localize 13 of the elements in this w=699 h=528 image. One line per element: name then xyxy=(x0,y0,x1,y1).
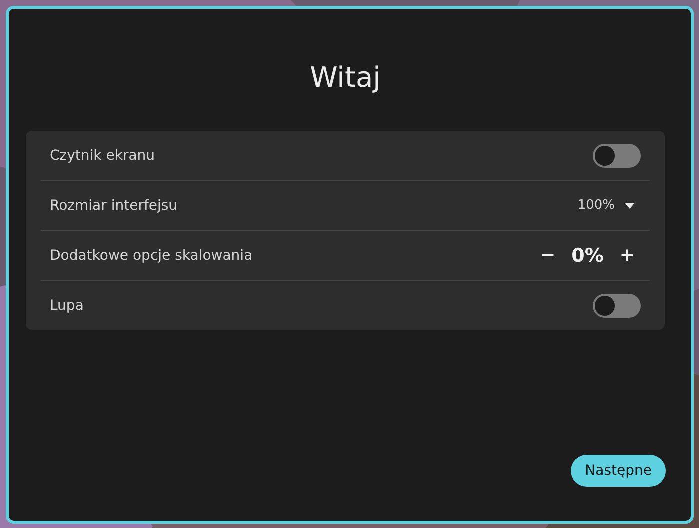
setting-label: Rozmiar interfejsu xyxy=(50,198,179,214)
setting-label: Lupa xyxy=(50,298,85,314)
decrement-button[interactable]: − xyxy=(536,245,560,266)
toggle-switch[interactable] xyxy=(593,294,641,318)
toggle-switch[interactable] xyxy=(593,144,641,168)
dialog-title: Witaj xyxy=(309,61,382,94)
next-button[interactable]: Następne xyxy=(571,455,666,487)
size-dropdown[interactable]: 100% xyxy=(578,198,641,213)
setting-label: Czytnik ekranu xyxy=(50,148,156,164)
increment-button[interactable]: + xyxy=(616,245,639,266)
caret-icon xyxy=(625,202,635,208)
setting-label: Dodatkowe opcje skalowania xyxy=(50,248,254,264)
scale-value: 0% xyxy=(572,244,604,266)
